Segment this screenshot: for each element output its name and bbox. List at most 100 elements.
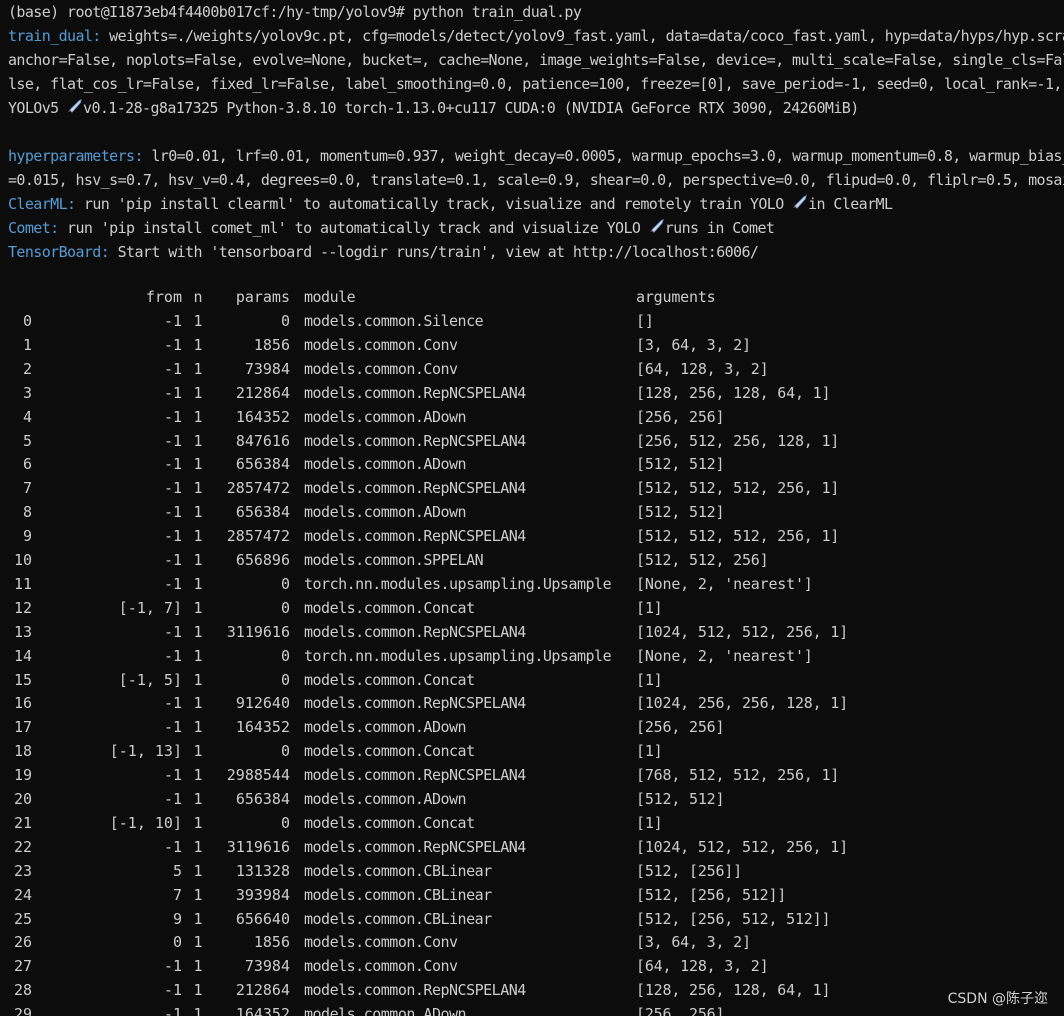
row-module: models.common.SPPELAN [304,551,484,569]
hyperparameters-label: hyperparameters: [8,147,152,165]
row-arguments: [768, 512, 512, 256, 1] [636,766,840,785]
row-module: models.common.ADown [304,407,467,426]
row-from: -1 [163,694,182,713]
row-from: -1 [163,407,182,426]
row-from: -1 [163,837,182,856]
row-arguments: [256, 256] [636,407,725,426]
row-n: 1 [193,909,203,928]
row-params: 131328 [235,861,290,880]
rocket-icon [649,216,665,240]
row-params: 1856 [253,335,290,354]
row-index: 15 [13,670,32,689]
row-n: 1 [193,407,203,426]
table-row: 21 [-1, 10] 1 0 models.common.Concat [1] [0,811,1064,835]
hyperparameters-text: lr0=0.01, lrf=0.01, momentum=0.937, weig… [151,147,1064,165]
row-params: 393984 [235,885,290,904]
row-index: 21 [13,813,32,832]
row-index: 26 [13,933,32,952]
terminal-window[interactable]: (base) root@I1873eb4f4400b017cf:/hy-tmp/… [0,0,1064,1016]
tensorboard-line: TensorBoard: Start with 'tensorboard --l… [8,240,759,264]
row-module: models.common.RepNCSPELAN4 [304,981,526,1000]
row-index: 4 [22,407,32,426]
row-arguments: [1] [636,598,663,617]
clearml-line: ClearML: run 'pip install clearml' to au… [8,192,893,216]
table-row: 8 -1 1 656384 models.common.ADown [512, 512] [0,500,1064,524]
row-module: torch.nn.modules.upsampling.Upsample [304,574,612,593]
row-params: 0 [280,646,290,665]
table-row: 11 -1 1 0 torch.nn.modules.upsampling.Upsamp… [0,572,1064,596]
table-row: 23 5 1 131328 models.common.CBLinear [512, [2… [0,859,1064,883]
clearml-text: run 'pip install clearml' to automatical… [83,195,793,213]
row-module: models.common.Silence [304,312,484,330]
row-n: 1 [193,790,203,808]
header-n: n [193,288,203,306]
row-module: torch.nn.modules.upsampling.Upsample [304,646,612,665]
row-params: 212864 [235,981,290,1000]
row-index: 11 [13,574,32,593]
row-index: 19 [13,766,32,785]
row-arguments: [512, 512, 512, 256, 1] [636,479,840,498]
row-params: 656896 [235,551,290,569]
row-n: 1 [193,551,203,569]
table-row: 14 -1 1 0 torch.nn.modules.upsampling.Upsamp… [0,644,1064,668]
row-n: 1 [193,335,203,354]
row-index: 9 [22,527,32,546]
table-row: 24 7 1 393984 models.common.CBLinear [512, [2… [0,883,1064,907]
row-arguments: [256, 256] [636,1005,725,1016]
row-module: models.common.ADown [304,718,467,737]
row-index: 16 [13,694,32,713]
row-params: 2857472 [226,527,290,546]
table-row: 0 -1 1 0 models.common.Silence [] [0,309,1064,333]
row-arguments: [3, 64, 3, 2] [636,335,751,354]
row-arguments: [128, 256, 128, 64, 1] [636,981,831,1000]
header-params: params [235,288,290,306]
row-arguments: [512, [256, 512]] [636,885,787,904]
row-from: 5 [172,861,182,880]
row-from: [-1, 10] [109,813,182,832]
row-n: 1 [193,527,203,546]
table-row: 16 -1 1 912640 models.common.RepNCSPELAN4 [10… [0,691,1064,715]
hyperparameters-line-2: =0.015, hsv_s=0.7, hsv_v=0.4, degrees=0.… [8,171,1064,189]
row-index: 5 [22,431,32,450]
comet-text-end: runs in Comet [664,219,775,237]
row-from: 7 [172,885,182,904]
row-index: 3 [22,383,32,402]
row-arguments: [512, 512] [636,455,725,474]
row-index: 7 [22,479,32,498]
row-n: 1 [193,431,203,450]
row-n: 1 [193,885,203,904]
row-from: 0 [172,933,182,952]
row-arguments: [64, 128, 3, 2] [636,359,769,378]
row-params: 73984 [244,957,290,976]
row-module: models.common.Conv [304,359,458,378]
table-row: 13 -1 1 3119616 models.common.RepNCSPELAN4 [1… [0,620,1064,644]
table-row: 29 -1 1 164352 models.common.ADown [256, 256] [0,1002,1064,1016]
row-n: 1 [193,670,203,689]
row-n: 1 [193,766,203,785]
row-from: -1 [163,718,182,737]
row-arguments: [1] [636,670,663,689]
train-dual-label: train_dual: [8,27,110,45]
row-n: 1 [193,646,203,665]
row-index: 10 [13,551,32,569]
row-index: 22 [13,837,32,856]
header-module: module [304,288,356,306]
row-from: -1 [163,383,182,402]
row-index: 23 [13,861,32,880]
row-arguments: [1] [636,813,663,832]
row-from: -1 [163,957,182,976]
row-params: 2988544 [226,766,290,785]
row-n: 1 [193,574,203,593]
row-arguments: [512, [256]] [636,861,742,880]
row-params: 0 [280,813,290,832]
row-from: -1 [163,790,182,808]
row-index: 27 [13,957,32,976]
row-params: 847616 [235,431,290,450]
args-line-3: lse, flat_cos_lr=False, fixed_lr=False, … [8,75,1064,93]
row-params: 0 [280,670,290,689]
row-module: models.common.ADown [304,503,467,522]
row-n: 1 [193,718,203,737]
row-from: -1 [163,479,182,498]
row-module: models.common.RepNCSPELAN4 [304,837,526,856]
row-index: 0 [22,312,32,330]
